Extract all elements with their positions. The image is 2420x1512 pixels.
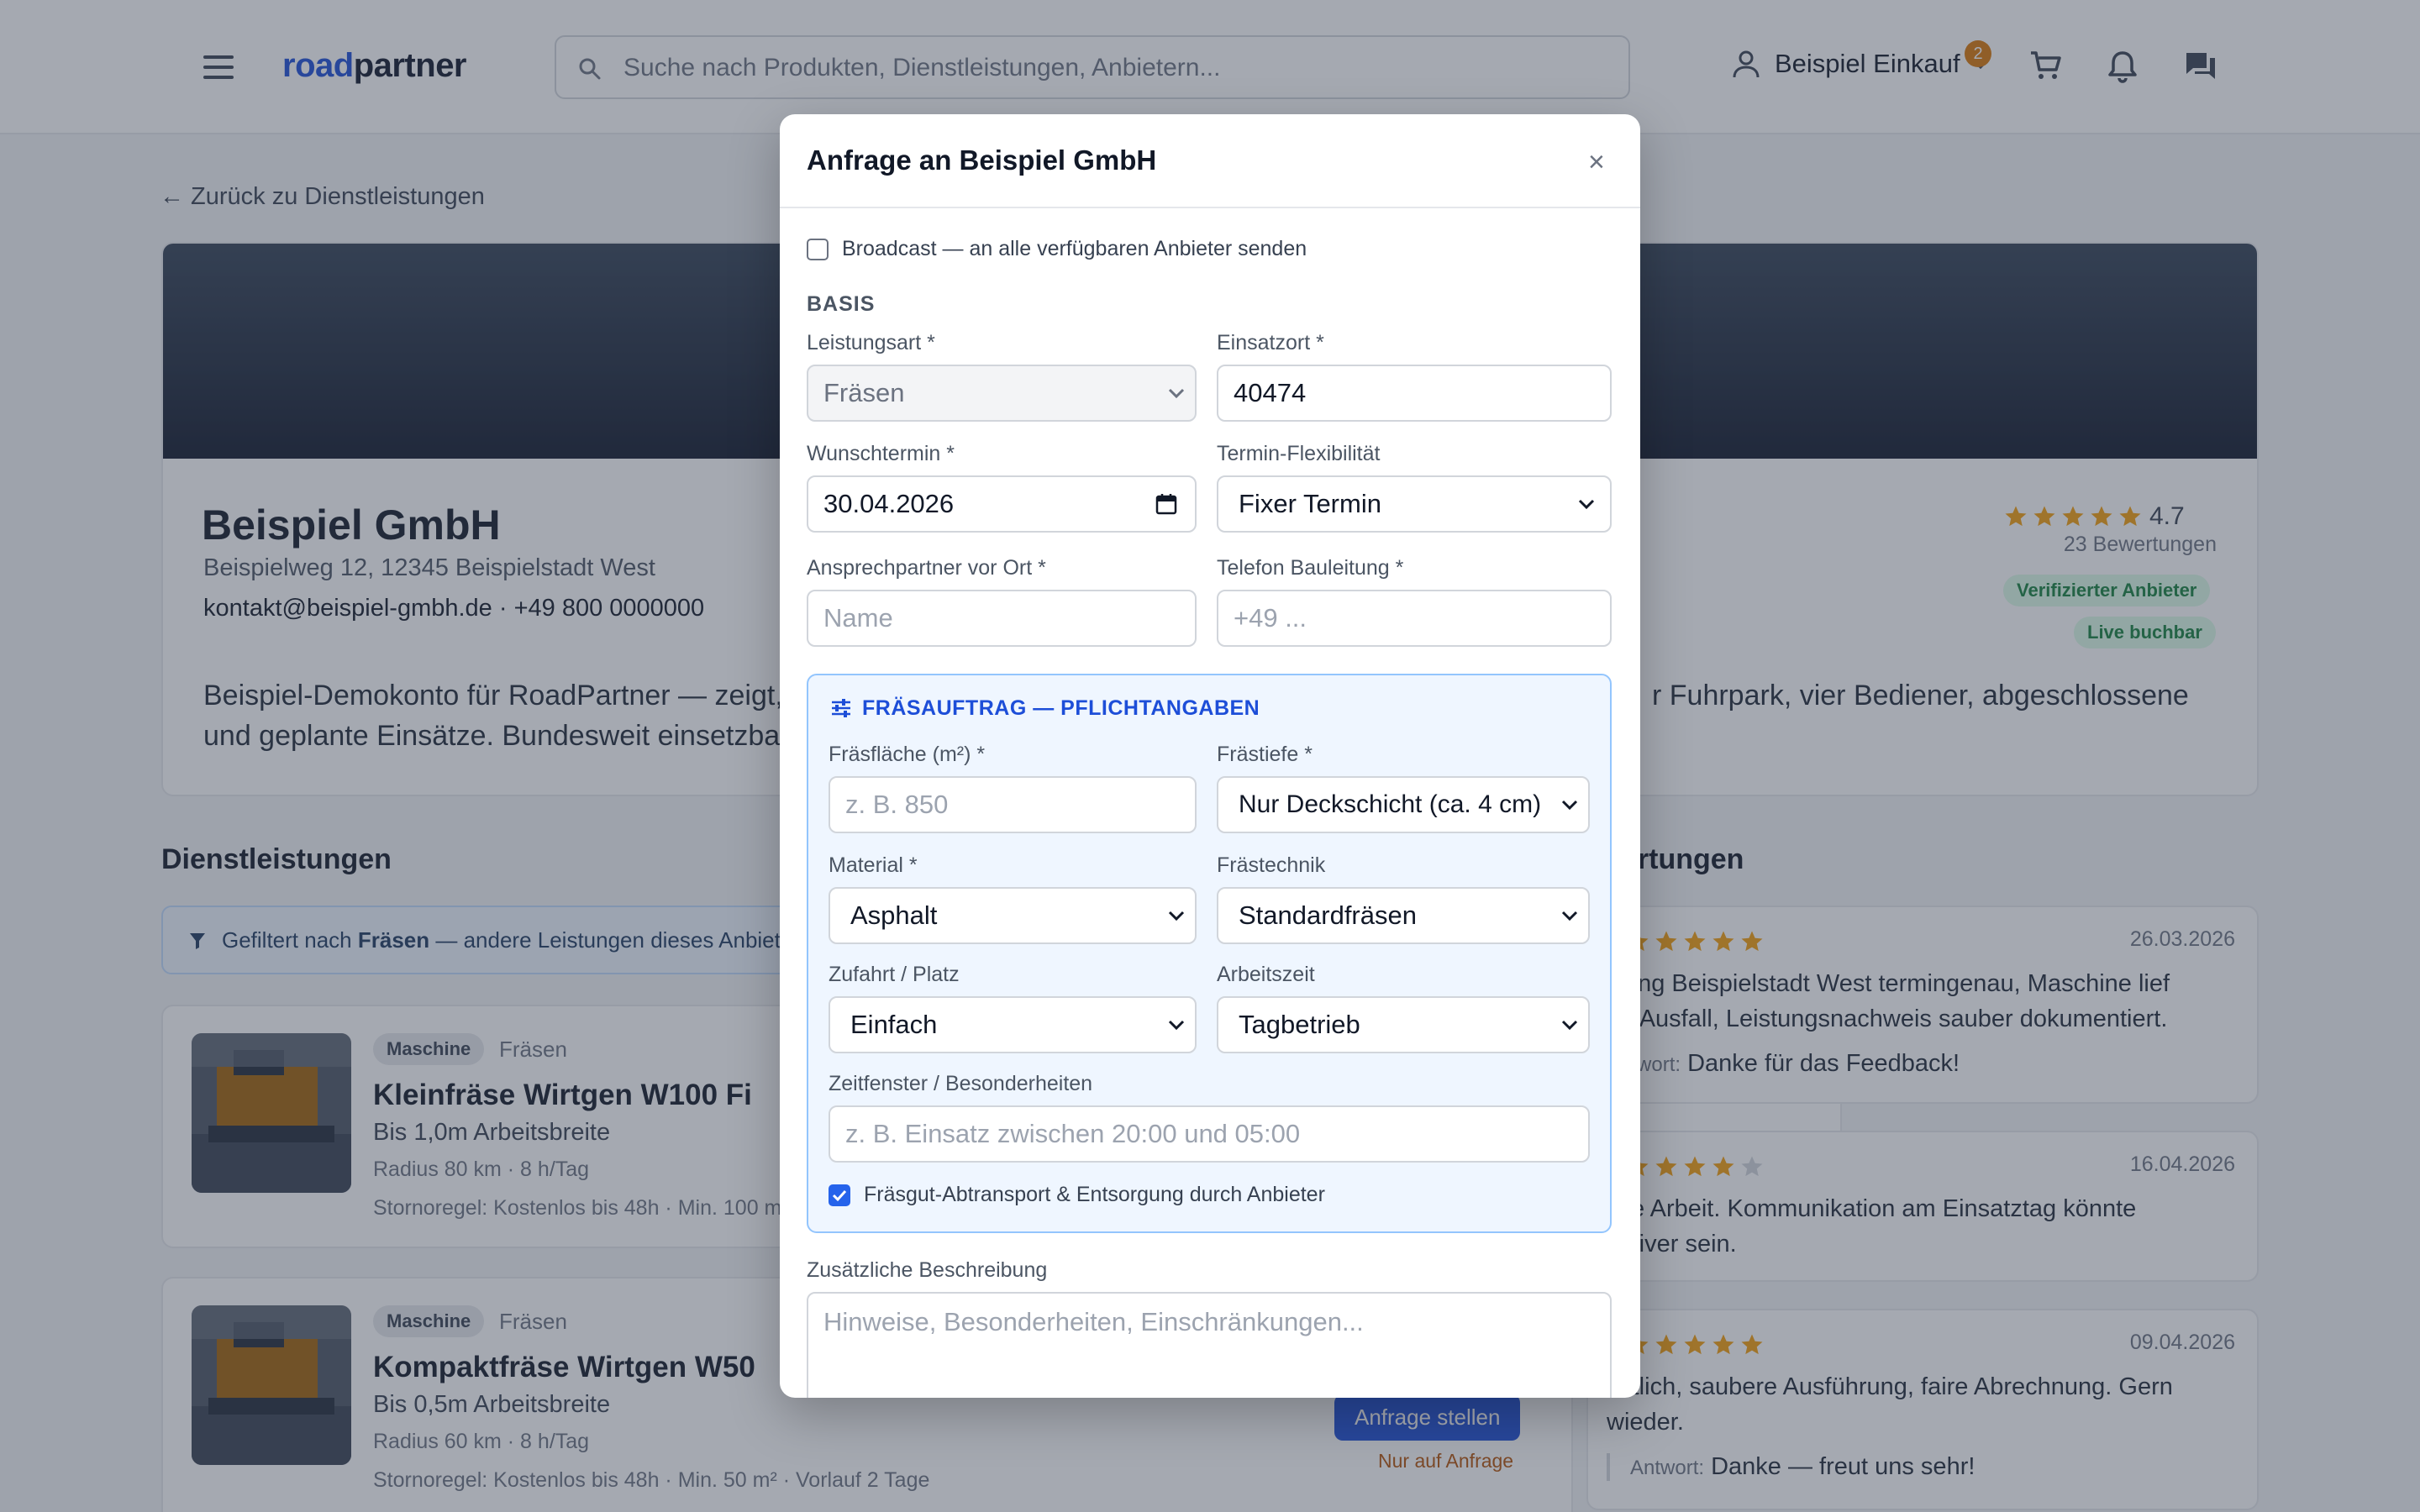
broadcast-checkbox[interactable]: [807, 239, 829, 260]
worktime-label: Arbeitszeit: [1217, 963, 1315, 986]
modal-title: Anfrage an Beispiel GmbH: [807, 144, 1157, 176]
removal-label: Fräsgut-Abtransport & Entsorgung durch A…: [864, 1183, 1325, 1206]
leistungsart-select[interactable]: Fräsen: [807, 365, 1197, 422]
depth-label: Frästiefe *: [1217, 743, 1313, 766]
material-label: Material *: [829, 853, 918, 877]
depth-select[interactable]: Nur Deckschicht (ca. 4 cm): [1217, 776, 1590, 833]
broadcast-label: Broadcast — an alle verfügbaren Anbieter…: [842, 237, 1307, 260]
phone-input[interactable]: [1217, 590, 1612, 647]
technique-label: Frästechnik: [1217, 853, 1326, 877]
area-label: Fräsfläche (m²) *: [829, 743, 986, 766]
modal-header: Anfrage an Beispiel GmbH ×: [780, 114, 1640, 208]
milling-section-title: FRÄSAUFTRAG — PFLICHTANGABEN: [862, 696, 1260, 720]
access-label: Zufahrt / Platz: [829, 963, 960, 986]
area-input[interactable]: [829, 776, 1197, 833]
flexibility-label: Termin-Flexibilität: [1217, 442, 1381, 465]
removal-checkbox[interactable]: [829, 1184, 850, 1206]
wunschtermin-label: Wunschtermin *: [807, 442, 955, 465]
flexibility-select[interactable]: Fixer Termin: [1217, 475, 1612, 533]
timewindow-input[interactable]: [829, 1105, 1590, 1163]
contact-person-input[interactable]: [807, 590, 1197, 647]
technique-select[interactable]: Standardfräsen: [1217, 887, 1590, 944]
wunschtermin-date-input[interactable]: 30.04.2026: [807, 475, 1197, 533]
description-label: Zusätzliche Beschreibung: [807, 1258, 1048, 1282]
phone-label: Telefon Bauleitung *: [1217, 556, 1404, 580]
material-select[interactable]: Asphalt: [829, 887, 1197, 944]
request-modal: Anfrage an Beispiel GmbH × Broadcast — a…: [780, 114, 1640, 1398]
description-textarea[interactable]: [807, 1292, 1612, 1398]
timewindow-label: Zeitfenster / Besonderheiten: [829, 1072, 1093, 1095]
einsatzort-input[interactable]: [1217, 365, 1612, 422]
einsatzort-label: Einsatzort *: [1217, 331, 1324, 354]
sliders-icon: [832, 699, 850, 717]
contact-person-label: Ansprechpartner vor Ort *: [807, 556, 1046, 580]
access-select[interactable]: Einfach: [829, 996, 1197, 1053]
checkmark-icon: [832, 1189, 847, 1202]
close-icon[interactable]: ×: [1588, 148, 1605, 176]
section-basis: BASIS: [807, 292, 876, 316]
leistungsart-label: Leistungsart *: [807, 331, 935, 354]
worktime-select[interactable]: Tagbetrieb: [1217, 996, 1590, 1053]
